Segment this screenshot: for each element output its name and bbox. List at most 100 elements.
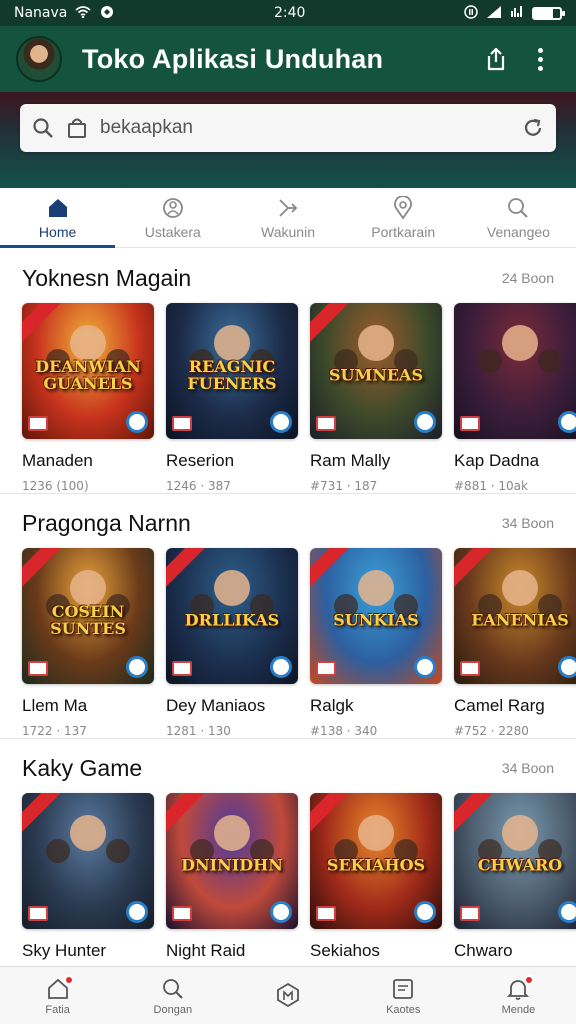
nav-store[interactable] — [230, 967, 345, 1024]
status-right — [464, 4, 565, 22]
game-name: Manaden — [22, 451, 93, 470]
search-input[interactable]: bekaapkan — [20, 104, 556, 152]
game-logo: SUNKIAS — [333, 611, 419, 631]
character-art — [502, 814, 538, 851]
section-header: Kaky Game 34 Boon — [22, 753, 576, 783]
game-card[interactable]: Sky Hunter — [22, 793, 154, 967]
tag-icon — [28, 416, 48, 431]
section-header: Yoknesn Magain 24 Boon — [22, 263, 576, 293]
game-card[interactable]: DEANWIAN GUANELS Manaden 1236 (100) — [22, 303, 154, 493]
search-value[interactable]: bekaapkan — [100, 117, 510, 139]
refresh-icon[interactable] — [522, 117, 544, 139]
promo-ribbon — [310, 793, 349, 833]
search-band: bekaapkan — [0, 92, 576, 188]
section-title: Pragonga Narnn — [22, 509, 191, 536]
verified-badge-icon — [558, 901, 576, 923]
game-meta: #752 · 2280 — [454, 724, 529, 738]
nav-home[interactable]: Fatia — [0, 967, 115, 1024]
section-count[interactable]: 34 Boon — [502, 760, 554, 776]
game-name: Ralgk — [310, 696, 354, 715]
tab-venangeo[interactable]: Venangeo — [461, 188, 576, 247]
game-thumbnail[interactable]: EANENIAS — [454, 548, 576, 684]
more-options-button[interactable] — [518, 37, 562, 81]
game-name: Sky Hunter — [22, 941, 107, 960]
promo-ribbon — [310, 303, 349, 343]
vibrate-icon — [464, 4, 478, 22]
game-card[interactable]: DRLLIKAS Dey Maniaos 1281 · 130 — [166, 548, 298, 738]
promo-ribbon — [22, 548, 61, 588]
game-card[interactable]: CHWARO Chwaro — [454, 793, 576, 967]
game-logo: SEKIAHOS — [326, 856, 426, 876]
tab-ustakera[interactable]: Ustakera — [115, 188, 230, 247]
game-thumbnail[interactable] — [454, 303, 576, 439]
tag-icon — [172, 906, 192, 921]
game-card[interactable]: Kap Dadna #881 · 10ak — [454, 303, 576, 493]
game-thumbnail[interactable]: CHWARO — [454, 793, 576, 929]
nav-search[interactable]: Dongan — [115, 967, 230, 1024]
game-meta: 1722 · 137 — [22, 724, 87, 738]
game-thumbnail[interactable]: REAGNIC FUENERS — [166, 303, 298, 439]
game-thumbnail[interactable]: SEKIAHOS — [310, 793, 442, 929]
game-meta: 1281 · 130 — [166, 724, 231, 738]
game-section: Kaky Game 34 Boon Sky Hunter DNINIDHN Night … — [0, 738, 576, 967]
status-left: Nanava — [14, 5, 115, 22]
game-card[interactable]: SUNKIAS Ralgk #138 · 340 — [310, 548, 442, 738]
game-thumbnail[interactable]: SUNKIAS — [310, 548, 442, 684]
more-vertical-icon — [537, 47, 543, 71]
avatar[interactable] — [16, 36, 62, 82]
game-meta: 1236 (100) — [22, 479, 89, 493]
character-art — [358, 814, 394, 851]
nav-library[interactable]: Kaotes — [346, 967, 461, 1024]
game-thumbnail[interactable]: COSEIN SUNTES — [22, 548, 154, 684]
game-thumbnail[interactable]: DRLLIKAS — [166, 548, 298, 684]
app-root: Nanava 2:40 Toko Aplikasi Unduhan bekaap… — [0, 0, 576, 1024]
tag-icon — [460, 906, 480, 921]
game-thumbnail[interactable]: DNINIDHN — [166, 793, 298, 929]
tab-label: Ustakera — [144, 223, 201, 240]
game-thumbnail[interactable]: SUMNEAS — [310, 303, 442, 439]
section-count[interactable]: 24 Boon — [502, 270, 554, 286]
game-card[interactable]: EANENIAS Camel Rarg #752 · 2280 — [454, 548, 576, 738]
nav-label: Dongan — [153, 1003, 193, 1016]
game-card[interactable]: SUMNEAS Ram Mally #731 · 187 — [310, 303, 442, 493]
content-scroll[interactable]: Yoknesn Magain 24 Boon DEANWIAN GUANELS Man… — [0, 249, 576, 967]
card-row[interactable]: COSEIN SUNTES Llem Ma 1722 · 137 DRLLIKAS De… — [22, 548, 576, 738]
game-name: Ram Mally — [310, 451, 391, 470]
tab-label: Home — [38, 223, 77, 240]
section-count[interactable]: 34 Boon — [502, 515, 554, 531]
card-row[interactable]: DEANWIAN GUANELS Manaden 1236 (100) REAGNIC… — [22, 303, 576, 493]
character-art — [502, 569, 538, 606]
tab-portkarain[interactable]: Portkarain — [346, 188, 461, 247]
character-art — [214, 814, 250, 851]
character-art — [502, 324, 538, 361]
character-art — [70, 569, 106, 606]
promo-ribbon — [22, 793, 61, 833]
game-card[interactable]: DNINIDHN Night Raid — [166, 793, 298, 967]
nav-notifications[interactable]: Mende — [461, 967, 576, 1024]
game-card[interactable]: COSEIN SUNTES Llem Ma 1722 · 137 — [22, 548, 154, 738]
verified-badge-icon — [558, 656, 576, 678]
search-icon — [162, 978, 183, 999]
game-card[interactable]: REAGNIC FUENERS Reserion 1246 · 387 — [166, 303, 298, 493]
tag-icon — [316, 661, 336, 676]
card-row[interactable]: Sky Hunter DNINIDHN Night Raid SEKIAHOS Seki… — [22, 793, 576, 967]
bag-icon — [68, 118, 86, 138]
game-thumbnail[interactable]: DEANWIAN GUANELS — [22, 303, 154, 439]
search-icon — [508, 197, 529, 218]
network-icon — [510, 5, 524, 22]
share-button[interactable] — [474, 37, 518, 81]
tab-home[interactable]: Home — [0, 188, 116, 248]
verified-badge-icon — [126, 656, 148, 678]
character-art — [70, 814, 106, 851]
game-logo: REAGNIC FUENERS — [187, 357, 277, 394]
verified-badge-icon — [270, 901, 292, 923]
game-thumbnail[interactable] — [22, 793, 154, 929]
section-title: Kaky Game — [22, 754, 143, 781]
section-header: Pragonga Narnn 34 Boon — [22, 508, 576, 538]
verified-badge-icon — [414, 411, 436, 433]
tab-wakunin[interactable]: Wakunin — [230, 188, 345, 247]
character-art — [214, 324, 250, 361]
tag-icon — [460, 416, 480, 431]
game-card[interactable]: SEKIAHOS Sekiahos — [310, 793, 442, 967]
game-meta: 1246 · 387 — [166, 479, 231, 493]
